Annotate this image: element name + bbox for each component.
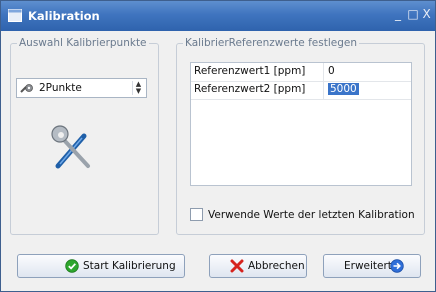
start-calibration-label: Start Kalibrierung bbox=[83, 260, 176, 272]
cancel-label: Abbrechen bbox=[248, 260, 305, 272]
green-circle-check-icon bbox=[65, 259, 79, 273]
reference-key-2: Referenzwert2 [ppm] bbox=[194, 83, 306, 95]
reference-value-1[interactable]: 0 bbox=[328, 65, 335, 77]
tools-icon bbox=[51, 125, 90, 169]
reference-value-2[interactable]: 5000 bbox=[328, 83, 359, 95]
wrench-gear-icon bbox=[20, 84, 33, 93]
calibration-points-select[interactable]: 2Punkte ▲ ▼ bbox=[16, 78, 147, 98]
start-calibration-button[interactable]: Start Kalibrierung bbox=[17, 254, 185, 278]
reference-values-legend: KalibrierReferenzwerte festlegen bbox=[185, 37, 357, 49]
red-x-icon bbox=[230, 259, 244, 273]
dialog-content: Auswahl Kalibrierpunkte 2Punkte ▲ ▼ Kalib… bbox=[1, 31, 435, 291]
reference-values-grid: Referenzwert1 [ppm] 0 Referenzwert2 [ppm… bbox=[190, 62, 412, 186]
spin-arrows-icon[interactable]: ▲ ▼ bbox=[132, 81, 144, 95]
calibration-window: Kalibration _ □ X Auswahl Kalibrierpunkt… bbox=[0, 0, 436, 292]
reference-value-2-text[interactable]: 5000 bbox=[328, 83, 359, 95]
blue-arrow-right-icon bbox=[390, 259, 404, 273]
use-last-calibration-checkbox[interactable] bbox=[190, 208, 203, 221]
reference-key-1: Referenzwert1 [ppm] bbox=[194, 65, 306, 77]
advanced-button[interactable]: Erweitert bbox=[323, 254, 421, 278]
table-row[interactable]: Referenzwert2 [ppm] 5000 bbox=[191, 81, 411, 100]
window-title: Kalibration bbox=[28, 9, 100, 23]
calibration-points-value: 2Punkte bbox=[39, 82, 82, 94]
app-window-icon bbox=[8, 9, 22, 22]
cancel-button[interactable]: Abbrechen bbox=[209, 254, 307, 278]
title-bar[interactable]: Kalibration _ □ X bbox=[1, 1, 435, 31]
minimize-button[interactable]: _ bbox=[391, 7, 405, 21]
use-last-calibration-label: Verwende Werte der letzten Kalibration bbox=[208, 209, 415, 221]
close-button[interactable]: □ X bbox=[405, 7, 433, 21]
advanced-label: Erweitert bbox=[344, 260, 392, 272]
calibration-points-legend: Auswahl Kalibrierpunkte bbox=[19, 37, 147, 49]
table-row[interactable]: Referenzwert1 [ppm] 0 bbox=[191, 63, 411, 82]
